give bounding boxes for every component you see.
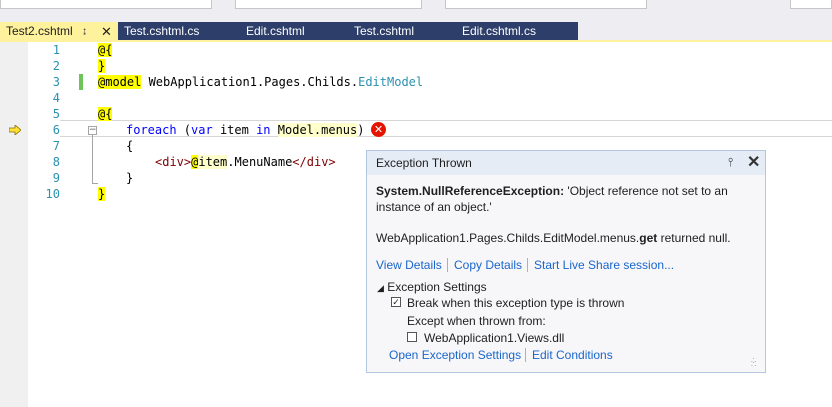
toolbar-combo[interactable]	[445, 0, 647, 9]
detail-text: returned null.	[657, 231, 731, 245]
copy-details-link[interactable]: Copy Details	[454, 258, 522, 272]
code-text: }	[126, 171, 134, 185]
code-line-9: }	[126, 170, 133, 186]
toolbar-combo[interactable]	[790, 0, 832, 9]
code-line-6: foreach (var item in Model.menus)	[126, 122, 364, 138]
code-text: item	[212, 123, 257, 137]
module-checkbox[interactable]	[407, 332, 417, 342]
tab-test2-cshtml[interactable]: Test2.cshtml ↨ ✕	[0, 22, 118, 41]
exception-detail: WebApplication1.Pages.Childs.EditModel.m…	[376, 230, 756, 246]
code-line-7: {	[126, 138, 133, 154]
line-number: 5	[52, 107, 60, 121]
exception-message-text: 'Object reference not set to an	[564, 184, 728, 198]
line-number: 3	[52, 75, 60, 89]
open-exception-settings-link[interactable]: Open Exception Settings	[389, 348, 521, 362]
edit-conditions-link[interactable]: Edit Conditions	[532, 348, 613, 362]
outline-guide	[92, 135, 93, 183]
html-tag: <div>	[155, 155, 192, 169]
tab-edit-cshtml-cs[interactable]: Edit.cshtml.cs	[456, 22, 578, 41]
view-details-link[interactable]: View Details	[376, 258, 442, 272]
close-icon[interactable]: ✕	[747, 152, 760, 172]
toolbar-strip	[0, 0, 832, 19]
exception-message: System.NullReferenceException: 'Object r…	[376, 183, 756, 199]
code-line-2: }	[98, 58, 106, 74]
tab-label: Test2.cshtml	[6, 24, 73, 38]
error-icon[interactable]: ✕	[371, 122, 386, 137]
code-line-10: }	[98, 186, 106, 202]
exception-title: Exception Thrown	[376, 156, 472, 170]
code-line-3: @model WebApplication1.Pages.Childs.Edit…	[98, 74, 423, 90]
tab-test-cshtml[interactable]: Test.cshtml	[348, 22, 456, 41]
namespace-text: WebApplication1.Pages.Childs.	[141, 75, 359, 89]
html-tag: </div>	[292, 155, 336, 169]
in-keyword: in	[256, 123, 271, 137]
razor-block-close: }	[98, 59, 106, 73]
exception-message-cont: instance of an object.'	[376, 199, 756, 215]
razor-block-open: @{	[98, 107, 113, 121]
line-number: 10	[45, 187, 60, 201]
except-label: Except when thrown from:	[407, 314, 546, 328]
tab-label: Edit.cshtml	[246, 24, 305, 38]
code-line-5: @{	[98, 106, 113, 122]
outline-guide-end	[92, 183, 98, 184]
indicator-margin[interactable]	[0, 42, 28, 407]
link-separator	[527, 258, 528, 272]
line-number: 1	[52, 43, 60, 57]
highlighted-expression: Model.menus	[277, 123, 358, 137]
item-variable: item	[198, 155, 228, 169]
exception-helper: Exception Thrown ⫯ ✕ System.NullReferenc…	[366, 150, 766, 373]
collapse-icon[interactable]: −	[88, 126, 97, 135]
pin-icon[interactable]: ⫯	[728, 155, 733, 170]
code-text: .MenuName	[227, 155, 293, 169]
exception-type: System.NullReferenceException:	[376, 184, 565, 198]
live-share-link[interactable]: Start Live Share session...	[534, 258, 674, 272]
code-text: {	[126, 139, 134, 153]
code-text: )	[357, 123, 365, 137]
toolbar-combo[interactable]	[235, 0, 422, 9]
line-number: 9	[52, 171, 60, 185]
tab-label: Test.cshtml.cs	[124, 24, 200, 38]
link-separator	[525, 348, 526, 362]
code-line-8: <div>@item.MenuName</div>	[155, 154, 336, 170]
collapse-triangle-icon[interactable]: ◢	[377, 283, 384, 293]
settings-header-label: Exception Settings	[387, 280, 487, 294]
resize-grip-icon[interactable]: ∴ ∴	[751, 357, 761, 369]
type-name: EditModel	[358, 75, 424, 89]
exception-header: Exception Thrown ⫯ ✕	[367, 151, 765, 175]
break-checkbox[interactable]: ✓	[391, 297, 401, 307]
tab-test-cshtml-cs[interactable]: Test.cshtml.cs	[118, 22, 240, 41]
exception-settings-header[interactable]: ◢ Exception Settings	[377, 279, 757, 296]
link-separator	[447, 258, 448, 272]
pin-icon[interactable]: ↨	[82, 22, 87, 41]
tab-label: Test.cshtml	[354, 24, 415, 38]
razor-block-close: }	[98, 187, 106, 201]
close-icon[interactable]: ✕	[101, 22, 112, 41]
document-tab-bar: Test2.cshtml ↨ ✕ Test.cshtml.cs Edit.csh…	[0, 19, 832, 41]
current-statement-arrow-icon	[9, 125, 21, 135]
line-number: 2	[52, 59, 60, 73]
foreach-keyword: foreach	[126, 123, 177, 137]
change-marker	[79, 74, 83, 90]
tab-edit-cshtml[interactable]: Edit.cshtml	[240, 22, 348, 41]
razor-block-open: @{	[98, 43, 113, 57]
model-directive: @model	[98, 75, 142, 89]
line-number: 4	[52, 91, 60, 105]
line-number: 6	[52, 123, 60, 137]
var-keyword: var	[191, 123, 213, 137]
detail-bold: get	[639, 231, 658, 245]
break-label: Break when this exception type is thrown	[407, 296, 625, 310]
tab-label: Edit.cshtml.cs	[462, 24, 537, 38]
toolbar-combo[interactable]	[0, 0, 212, 9]
exception-message-text: instance of an object.'	[376, 200, 492, 214]
line-number: 7	[52, 139, 60, 153]
module-label: WebApplication1.Views.dll	[424, 331, 565, 345]
code-text: (	[176, 123, 192, 137]
detail-text: WebApplication1.Pages.Childs.EditModel.m…	[376, 231, 640, 245]
code-line-1: @{	[98, 42, 113, 58]
line-number: 8	[52, 155, 60, 169]
